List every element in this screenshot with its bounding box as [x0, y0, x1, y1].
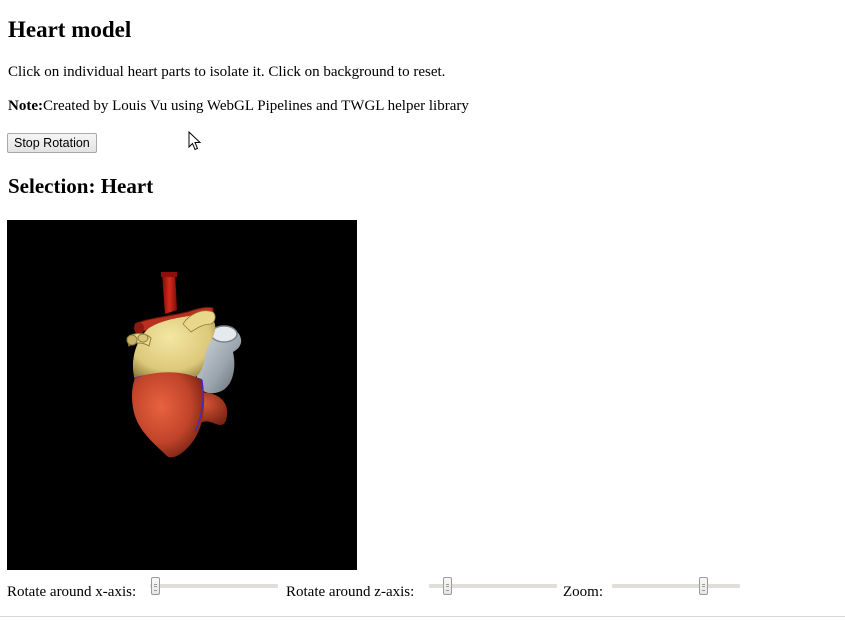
- page-title: Heart model: [8, 17, 132, 42]
- zoom-track[interactable]: [612, 584, 740, 588]
- heart-canvas[interactable]: [7, 220, 357, 570]
- rotate-z-thumb[interactable]: [443, 577, 452, 595]
- note-label: Note:: [8, 98, 43, 114]
- pulmonary-artery-top[interactable]: [162, 272, 177, 314]
- zoom-slider[interactable]: [612, 577, 740, 597]
- instructions-text: Click on individual heart parts to isola…: [8, 64, 446, 80]
- rotate-z-label: Rotate around z-axis:: [286, 584, 415, 600]
- note-text: Created by Louis Vu using WebGL Pipeline…: [42, 98, 469, 114]
- heart-model-render[interactable]: [7, 220, 357, 570]
- bottom-divider: [0, 616, 845, 617]
- stop-rotation-button[interactable]: Stop Rotation: [7, 133, 97, 153]
- zoom-thumb[interactable]: [699, 577, 708, 595]
- selection-heading: Selection: Heart: [8, 174, 154, 198]
- page: Heart model Click on individual heart pa…: [0, 0, 845, 620]
- zoom-label: Zoom:: [563, 584, 603, 600]
- rotate-x-slider[interactable]: [150, 577, 278, 597]
- mouse-cursor-icon: [188, 131, 202, 151]
- rotate-z-slider[interactable]: [429, 577, 557, 597]
- left-ventricle[interactable]: [132, 372, 205, 458]
- credit-note: Note:Created by Louis Vu using WebGL Pip…: [8, 98, 469, 115]
- rotate-x-track[interactable]: [150, 584, 278, 588]
- rotate-x-thumb[interactable]: [151, 577, 160, 595]
- rotate-x-label: Rotate around x-axis:: [7, 584, 137, 600]
